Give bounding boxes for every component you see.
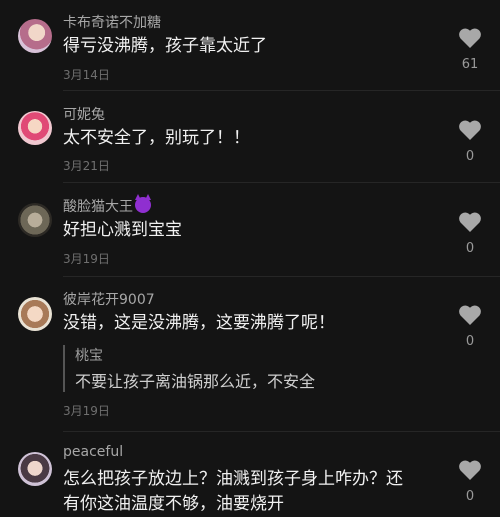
comment-text: 怎么把孩子放边上？油溅到孩子身上咋办？还 有你这油温度不够，油要烧开 [63, 467, 423, 517]
reply-text: 不要让孩子离油锅那么近，不安全 [75, 372, 316, 391]
like-count: 0 [465, 489, 475, 504]
comment-text: 没错，这是没沸腾，这要沸腾了呢！ [63, 313, 335, 333]
divider [63, 276, 500, 277]
like-button[interactable]: 0 [452, 211, 488, 256]
comment-text: 好担心溅到宝宝 [63, 220, 182, 240]
comment-text-line: 怎么把孩子放边上？油溅到孩子身上咋办？还 [63, 469, 403, 489]
like-count: 0 [465, 149, 475, 164]
divider [63, 431, 500, 432]
heart-icon [459, 460, 481, 480]
like-button[interactable]: 0 [452, 304, 488, 349]
divider [63, 90, 500, 91]
heart-icon [459, 120, 481, 140]
divider [63, 182, 500, 183]
avatar[interactable] [18, 297, 52, 331]
like-button[interactable]: 0 [452, 459, 488, 504]
comment-username[interactable]: 可妮兔 [63, 104, 105, 124]
comment-date: 3月21日 [63, 159, 110, 173]
like-count: 0 [465, 241, 475, 256]
heart-icon [459, 305, 481, 325]
comment-username[interactable]: 卡布奇诺不加糖 [63, 12, 161, 32]
devil-emoji-icon [135, 194, 151, 213]
comment-date: 3月14日 [63, 68, 110, 82]
comment-text-line: 有你这油温度不够，油要烧开 [63, 494, 284, 514]
avatar[interactable] [18, 19, 52, 53]
like-button[interactable]: 61 [452, 27, 488, 72]
like-count: 0 [465, 334, 475, 349]
avatar[interactable] [18, 203, 52, 237]
like-button[interactable]: 0 [452, 119, 488, 164]
like-count: 61 [461, 57, 479, 72]
avatar[interactable] [18, 452, 52, 486]
heart-icon [459, 28, 481, 48]
avatar[interactable] [18, 111, 52, 145]
comment-date: 3月19日 [63, 404, 110, 418]
comment-text: 得亏没沸腾，孩子靠太近了 [63, 36, 267, 56]
reply-username[interactable]: 桃宝 [75, 345, 315, 365]
reply-block[interactable]: 桃宝 不要让孩子离油锅那么近，不安全 [63, 345, 315, 392]
comment-date: 3月19日 [63, 252, 110, 266]
comment-username[interactable]: peaceful [63, 444, 123, 460]
heart-icon [459, 212, 481, 232]
comment-username[interactable]: 酸脸猫大王 [63, 194, 151, 216]
comment-username-text: 酸脸猫大王 [63, 199, 133, 215]
comment-text: 太不安全了，别玩了！！ [63, 128, 250, 148]
comment-username[interactable]: 彼岸花开9007 [63, 289, 155, 309]
